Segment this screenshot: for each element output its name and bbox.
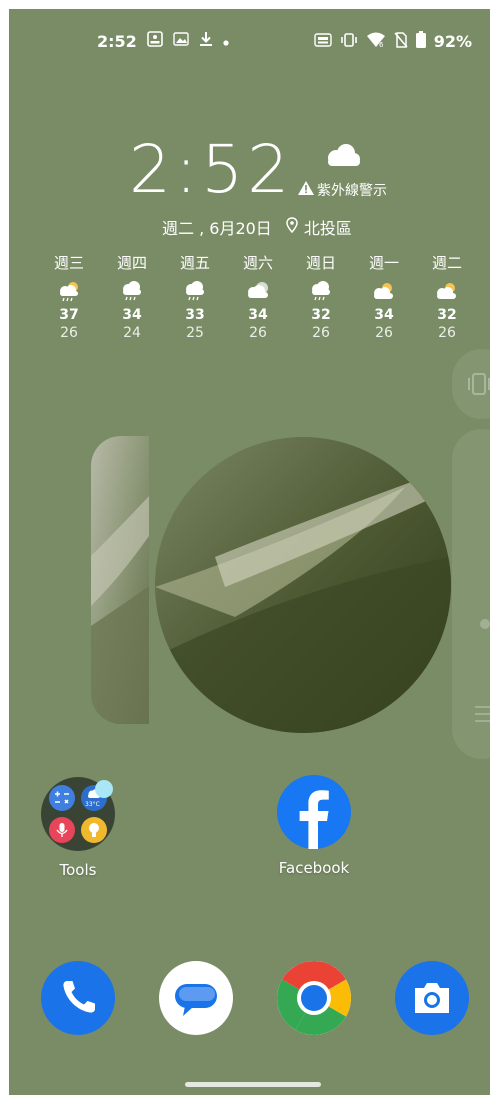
camera-icon[interactable] bbox=[395, 961, 469, 1035]
volume-slider[interactable] bbox=[452, 429, 490, 759]
date-location[interactable]: 週二 , 6月20日 北投區 bbox=[162, 215, 352, 239]
warning-text: 紫外線警示 bbox=[317, 183, 387, 199]
weather-forecast[interactable]: 週三 37 26 週四 34 24 週五 33 25 週六 34 26 週日 3… bbox=[43, 252, 473, 341]
facebook-label: Facebook bbox=[278, 859, 350, 877]
clock-time[interactable]: 2:52 bbox=[129, 137, 293, 203]
volume-mode-button[interactable] bbox=[452, 349, 490, 419]
facebook-icon[interactable] bbox=[277, 775, 351, 849]
battery-icon bbox=[415, 31, 426, 52]
download-icon bbox=[199, 31, 213, 51]
messages-icon[interactable] bbox=[159, 961, 233, 1035]
rain-cloud-icon bbox=[169, 277, 221, 305]
forecast-day: 週二 32 26 bbox=[421, 252, 473, 341]
gallery-icon bbox=[173, 32, 189, 50]
chrome-icon[interactable] bbox=[277, 961, 351, 1035]
forecast-day: 週五 33 25 bbox=[169, 252, 221, 341]
flashlight-icon bbox=[81, 817, 107, 843]
forecast-day: 週一 34 26 bbox=[358, 252, 410, 341]
screen-record-icon bbox=[146, 31, 163, 51]
svg-text:33°C: 33°C bbox=[85, 801, 100, 808]
location-text: 北投區 bbox=[303, 219, 352, 238]
wifi-6-icon: 6 bbox=[366, 32, 386, 52]
forecast-day: 週四 34 24 bbox=[106, 252, 158, 341]
no-sim-icon bbox=[394, 31, 408, 52]
vibrate-icon bbox=[340, 32, 358, 51]
forecast-day: 週日 32 26 bbox=[295, 252, 347, 341]
tools-label: Tools bbox=[59, 861, 97, 879]
warning-icon bbox=[298, 181, 314, 199]
home-screen: 2:52 6 92% 2:52 紫外線警示 週二 , 6月20日 北投區 週三 … bbox=[9, 9, 490, 1095]
calculator-icon bbox=[49, 785, 75, 811]
partly-cloudy-icon bbox=[358, 277, 410, 305]
rain-sun-icon bbox=[43, 277, 95, 305]
phone-icon[interactable] bbox=[41, 961, 115, 1035]
notification-dot bbox=[95, 780, 113, 798]
dot-icon bbox=[223, 32, 229, 50]
facebook-app[interactable]: Facebook bbox=[266, 775, 362, 877]
forecast-day: 週三 37 26 bbox=[43, 252, 95, 341]
cloud-icon[interactable] bbox=[322, 143, 362, 173]
date-text: 週二 , 6月20日 bbox=[162, 219, 272, 238]
partly-cloudy-icon bbox=[421, 277, 473, 305]
status-time: 2:52 bbox=[97, 31, 137, 51]
wallpaper-art-circle bbox=[155, 437, 451, 733]
battery-percent: 92% bbox=[433, 32, 472, 51]
uv-warning[interactable]: 紫外線警示 bbox=[298, 180, 387, 200]
location-pin-icon bbox=[286, 217, 298, 237]
cloudy-icon bbox=[232, 277, 284, 305]
wallpaper-art-bar bbox=[91, 436, 149, 724]
svg-text:6: 6 bbox=[379, 41, 384, 48]
status-bar: 2:52 6 92% bbox=[9, 31, 490, 53]
recorder-icon bbox=[49, 817, 75, 843]
rain-cloud-icon bbox=[106, 277, 158, 305]
gesture-nav-bar[interactable] bbox=[185, 1082, 321, 1087]
forecast-day: 週六 34 26 bbox=[232, 252, 284, 341]
rain-cloud-icon bbox=[295, 277, 347, 305]
auto-hd-icon bbox=[314, 32, 332, 51]
